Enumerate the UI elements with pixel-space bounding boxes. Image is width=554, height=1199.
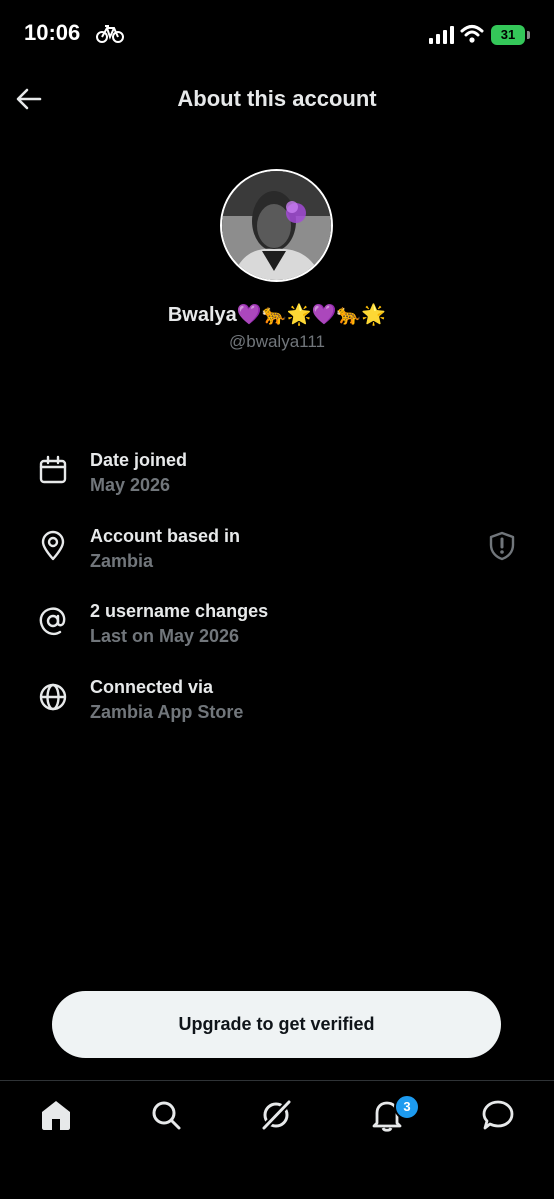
detail-row-connected-via: Connected via Zambia App Store	[0, 677, 554, 737]
battery-tip	[527, 31, 530, 39]
profile-name: Bwalya💜🐆🌟💜🐆🌟	[167, 304, 387, 326]
avatar-photo	[222, 171, 331, 280]
wifi-icon	[460, 25, 484, 43]
detail-row-account-based-in: Account based in Zambia	[0, 526, 554, 586]
header: About this account	[0, 70, 554, 130]
status-time: 10:06	[24, 20, 81, 45]
detail-label: Account based in	[90, 526, 241, 546]
location-pin-icon	[41, 530, 65, 561]
detail-label: Date joined	[90, 450, 188, 470]
detail-label: 2 username changes	[90, 601, 269, 621]
detail-row-username-changes: 2 username changes Last on May 2026	[0, 601, 554, 661]
detail-value: Zambia App Store	[90, 702, 244, 722]
home-icon[interactable]	[38, 1097, 74, 1133]
detail-row-date-joined: Date joined May 2026	[0, 450, 554, 510]
battery-indicator: 31	[491, 25, 525, 45]
profile-handle: @bwalya111	[228, 332, 325, 351]
shield-alert-icon[interactable]	[486, 530, 518, 562]
at-sign-icon	[39, 607, 66, 636]
detail-label: Connected via	[90, 677, 214, 697]
detail-value: Last on May 2026	[90, 626, 240, 646]
bottom-tab-bar	[0, 1080, 554, 1199]
calendar-icon	[39, 455, 67, 484]
notifications-badge: 3	[394, 1094, 420, 1120]
detail-value: Zambia	[90, 551, 154, 571]
cell-signal-icon	[429, 26, 454, 44]
avatar[interactable]	[220, 169, 333, 282]
page-title: About this account	[177, 86, 377, 111]
search-icon[interactable]	[148, 1097, 184, 1133]
grok-icon[interactable]	[258, 1097, 294, 1133]
bicycle-icon	[96, 25, 124, 43]
upgrade-verified-button[interactable]: Upgrade to get verified	[52, 991, 501, 1058]
messages-icon[interactable]	[480, 1097, 516, 1133]
status-bar: 10:06 31	[0, 0, 554, 70]
globe-icon	[39, 683, 67, 711]
detail-value: May 2026	[90, 475, 171, 495]
